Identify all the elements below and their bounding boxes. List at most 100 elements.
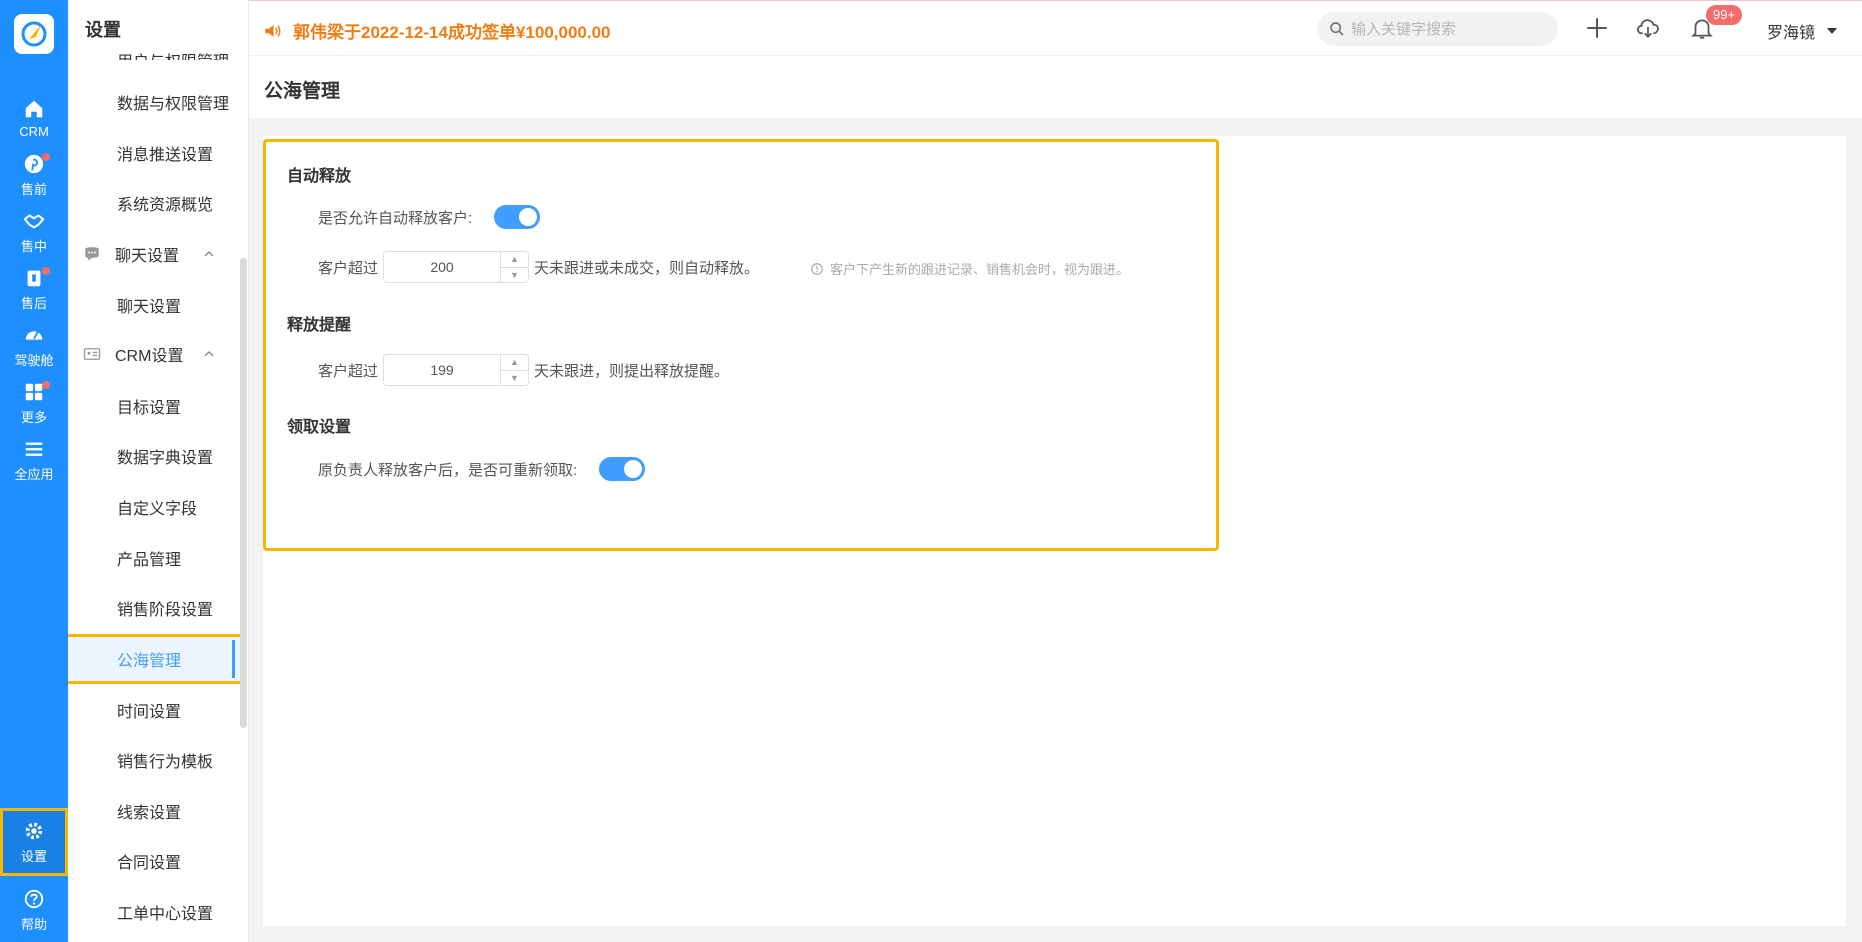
sidebar-item-sales-stage[interactable]: 销售阶段设置	[68, 583, 248, 633]
stepper-arrows: ▲ ▼	[500, 252, 529, 283]
row-claim-again: 原负责人释放客户后，是否可重新领取:	[318, 457, 646, 481]
search-box[interactable]	[1317, 12, 1558, 46]
user-name: 罗海镜	[1767, 25, 1816, 42]
settings-sidebar: 设置 用户与权限管理 数据与权限管理 消息推送设置 系统资源概览 聊天设置 聊天…	[68, 0, 248, 942]
section-auto-release-title: 自动释放	[287, 168, 352, 185]
sidebar-item-chat[interactable]: 聊天设置	[68, 280, 248, 330]
notification-badge: 99+	[1706, 5, 1743, 25]
sidebar-item-lead[interactable]: 线索设置	[68, 786, 248, 836]
help-icon	[24, 889, 44, 908]
sidebar-item-data-permission[interactable]: 数据与权限管理	[68, 77, 248, 127]
speaker-icon	[265, 24, 281, 37]
rail-item-label: 帮助	[20, 916, 47, 932]
row-auto-release-days: 客户超过 200 ▲ ▼ 天未跟进或未成交，则自动释放。	[318, 251, 759, 283]
notification-dot	[42, 267, 50, 275]
dashboard-icon	[25, 330, 43, 340]
announcement-text: 郭伟梁于2022-12-14成功签单¥100,000.00	[293, 23, 611, 42]
handshake-icon	[23, 213, 45, 228]
page-title: 公海管理	[264, 81, 341, 102]
rail-item-all-apps[interactable]: 全应用	[0, 430, 68, 490]
chevron-up-icon	[204, 251, 214, 257]
sidebar-group-label: 聊天设置	[115, 248, 180, 265]
sidebar-item-public-pool[interactable]: 公海管理	[68, 634, 243, 684]
row-release-reminder-days: 客户超过 199 ▲ ▼ 天未跟进，则提出释放提醒。	[318, 354, 729, 386]
rail-item-crm[interactable]: CRM	[0, 88, 68, 148]
logo-icon	[21, 21, 47, 47]
info-icon	[811, 262, 823, 275]
cloud-download-icon[interactable]	[1635, 15, 1661, 41]
chevron-up-icon	[204, 351, 214, 357]
sidebar-scrollbar[interactable]	[240, 258, 247, 728]
rail-item-settings[interactable]: 设置	[0, 808, 68, 876]
rail-item-label: 售后	[20, 295, 47, 311]
section-release-reminder-title: 释放提醒	[287, 317, 352, 334]
auto-release-suffix: 天未跟进或未成交，则自动释放。	[534, 259, 760, 277]
rail-item-label: 全应用	[14, 466, 54, 482]
auto-release-days-value[interactable]: 200	[384, 252, 500, 282]
page-header: 公海管理	[249, 56, 1862, 118]
home-icon	[25, 100, 43, 117]
sidebar-group-crm[interactable]: CRM设置	[68, 329, 248, 379]
announcement[interactable]: 郭伟梁于2022-12-14成功签单¥100,000.00	[263, 18, 611, 43]
claim-again-label: 原负责人释放客户后，是否可重新领取:	[318, 461, 578, 479]
section-claim-title: 领取设置	[287, 419, 352, 436]
sidebar-item-push[interactable]: 消息推送设置	[68, 128, 248, 178]
release-reminder-days-value[interactable]: 199	[384, 355, 500, 385]
stepper-arrows: ▲ ▼	[500, 355, 529, 386]
sidebar-item-custom-field[interactable]: 自定义字段	[68, 482, 248, 532]
rail-item-label: 售前	[20, 181, 47, 197]
sidebar-divider	[248, 0, 249, 942]
sidebar-item-label: 用户与权限管理	[117, 48, 229, 60]
rail-item-presale[interactable]: 售前	[0, 145, 68, 205]
sidebar-item-ticket[interactable]: 工单中心设置	[68, 887, 248, 937]
rail-item-help[interactable]: 帮助	[0, 880, 68, 940]
user-menu[interactable]: 罗海镜	[1767, 19, 1838, 43]
menu-icon	[25, 442, 43, 456]
chat-bubble-icon	[85, 247, 99, 261]
release-reminder-suffix: 天未跟进，则提出释放提醒。	[534, 362, 730, 380]
rail-item-label: 设置	[20, 848, 47, 864]
rail-item-insale[interactable]: 售中	[0, 202, 68, 262]
left-rail: CRM 售前 售中 售后 驾驶舱 更多 全应用 设置 帮助	[0, 0, 68, 942]
auto-release-hint: 客户下产生新的跟进记录、销售机会时，视为跟进。	[810, 259, 1129, 278]
rail-item-label: 售中	[20, 238, 47, 254]
sidebar-item-product[interactable]: 产品管理	[68, 533, 248, 583]
sidebar-group-chat[interactable]: 聊天设置	[68, 229, 248, 279]
sidebar-item-partial[interactable]: 用户与权限管理	[68, 36, 248, 60]
plus-icon[interactable]	[1584, 15, 1610, 41]
notification-dot	[42, 153, 50, 161]
auto-release-toggle[interactable]	[494, 205, 541, 229]
gear-icon	[25, 822, 43, 839]
sidebar-item-sales-behavior[interactable]: 销售行为模板	[68, 735, 248, 785]
sidebar-item-dictionary[interactable]: 数据字典设置	[68, 431, 248, 481]
rail-item-more[interactable]: 更多	[0, 373, 68, 433]
increment-button[interactable]: ▲	[501, 252, 529, 268]
increment-button[interactable]: ▲	[501, 355, 529, 371]
search-icon	[1330, 22, 1344, 36]
notification-dot	[42, 381, 50, 389]
sidebar-item-target[interactable]: 目标设置	[68, 381, 248, 431]
decrement-button[interactable]: ▼	[501, 371, 528, 386]
public-pool-settings-panel: 自动释放 是否允许自动释放客户: 客户超过 200 ▲ ▼ 天未跟进或未成交，则…	[263, 139, 1219, 551]
search-input[interactable]	[1351, 20, 1551, 38]
allow-auto-release-label: 是否允许自动释放客户:	[318, 209, 473, 227]
rail-item-cockpit[interactable]: 驾驶舱	[0, 316, 68, 376]
top-bar: 郭伟梁于2022-12-14成功签单¥100,000.00 99+ 罗海镜	[249, 0, 1862, 56]
sidebar-item-time[interactable]: 时间设置	[68, 685, 248, 735]
release-reminder-days-stepper[interactable]: 199 ▲ ▼	[383, 354, 530, 386]
auto-release-hint-text: 客户下产生新的跟进记录、销售机会时，视为跟进。	[830, 262, 1130, 277]
app-logo[interactable]	[14, 14, 54, 54]
row-allow-auto-release: 是否允许自动释放客户:	[318, 205, 541, 229]
auto-release-days-stepper[interactable]: 200 ▲ ▼	[383, 251, 530, 283]
sidebar-group-label: CRM设置	[115, 348, 184, 365]
id-card-icon	[83, 348, 101, 360]
rail-item-label: 更多	[20, 409, 47, 425]
rail-item-label: CRM	[19, 123, 49, 139]
claim-again-toggle[interactable]	[599, 457, 646, 481]
sidebar-item-resource[interactable]: 系统资源概览	[68, 178, 248, 228]
rail-item-aftersale[interactable]: 售后	[0, 259, 68, 319]
rail-item-label: 驾驶舱	[14, 352, 54, 368]
caret-down-icon	[1827, 28, 1838, 34]
decrement-button[interactable]: ▼	[501, 268, 528, 283]
sidebar-item-contract[interactable]: 合同设置	[68, 836, 248, 886]
